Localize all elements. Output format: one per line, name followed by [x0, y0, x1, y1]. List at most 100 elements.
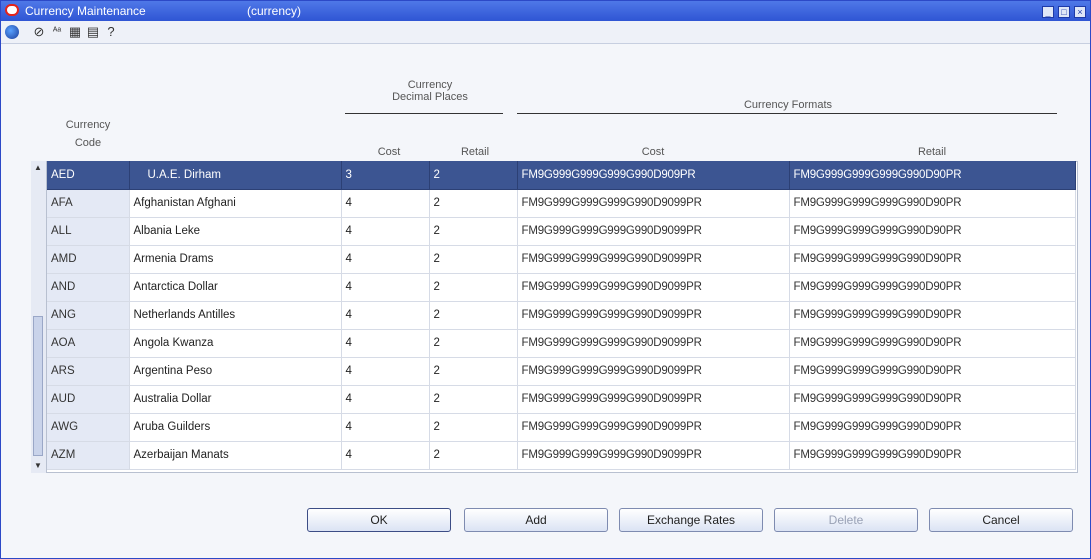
currency-name-cell[interactable]: Azerbaijan Manats [129, 441, 342, 470]
cost-decimals-cell[interactable]: 4 [341, 301, 430, 330]
cost-decimals-cell[interactable]: 4 [341, 385, 430, 414]
cost-decimals-cell[interactable]: 4 [341, 357, 430, 386]
currency-name-cell[interactable]: Netherlands Antilles [129, 301, 342, 330]
currency-name-cell[interactable]: Antarctica Dollar [129, 273, 342, 302]
spell-icon[interactable]: ᴬᵃ [49, 24, 65, 40]
table-row[interactable]: AWG Aruba Guilders 4 2 FM9G999G999G999G990D9… [47, 413, 1076, 442]
currency-name-cell[interactable]: Argentina Peso [129, 357, 342, 386]
table-row[interactable]: ARS Argentina Peso 4 2 FM9G999G999G999G990D9… [47, 357, 1076, 386]
ok-button[interactable]: OK [307, 508, 451, 532]
currency-code-cell[interactable]: AFA [47, 189, 130, 218]
currency-code-cell[interactable]: AOA [47, 329, 130, 358]
exchange-rates-button[interactable]: Exchange Rates [619, 508, 763, 532]
retail-decimals-cell[interactable]: 2 [429, 301, 518, 330]
currency-code-cell[interactable]: AND [47, 273, 130, 302]
currency-code-cell[interactable]: AMD [47, 245, 130, 274]
table-row[interactable]: AZM Azerbaijan Manats 4 2 FM9G999G999G999G99… [47, 441, 1076, 470]
notes-icon[interactable]: ▤ [85, 24, 101, 40]
cost-decimals-cell[interactable]: 4 [341, 217, 430, 246]
retail-decimals-cell[interactable]: 2 [429, 245, 518, 274]
cost-format-cell[interactable]: FM9G999G999G999G990D9099PR [517, 273, 790, 302]
cancel-button[interactable]: Cancel [929, 508, 1073, 532]
currency-name-cell[interactable]: Afghanistan Afghani [129, 189, 342, 218]
retail-decimals-cell[interactable]: 2 [429, 273, 518, 302]
retail-format-cell[interactable]: FM9G999G999G999G990D90PR [789, 385, 1076, 414]
cost-decimals-cell[interactable]: 4 [341, 413, 430, 442]
table-row[interactable]: AMD Armenia Drams 4 2 FM9G999G999G999G990D90… [47, 245, 1076, 274]
cost-format-cell[interactable]: FM9G999G999G999G990D9099PR [517, 329, 790, 358]
table-row[interactable]: AND Antarctica Dollar 4 2 FM9G999G999G999G99… [47, 273, 1076, 302]
cost-decimals-cell[interactable]: 4 [341, 441, 430, 470]
vertical-scrollbar[interactable]: ▲ ▼ [31, 161, 47, 473]
cost-decimals-cell[interactable]: 4 [341, 245, 430, 274]
cost-decimals-cell[interactable]: 4 [341, 329, 430, 358]
retail-decimals-cell[interactable]: 2 [429, 441, 518, 470]
header-decimal-places-group: Currency Decimal Places [392, 79, 468, 103]
currency-code-cell[interactable]: AUD [47, 385, 130, 414]
table-row[interactable]: AFA Afghanistan Afghani 4 2 FM9G999G999G999G… [47, 189, 1076, 218]
retail-format-cell[interactable]: FM9G999G999G999G990D90PR [789, 441, 1076, 470]
cost-format-cell[interactable]: FM9G999G999G999G990D9099PR [517, 385, 790, 414]
scroll-up-icon[interactable]: ▲ [33, 163, 43, 173]
retail-decimals-cell[interactable]: 2 [429, 413, 518, 442]
retail-format-cell[interactable]: FM9G999G999G999G990D90PR [789, 273, 1076, 302]
currency-name-cell[interactable]: Aruba Guilders [129, 413, 342, 442]
cost-decimals-cell[interactable]: 4 [341, 189, 430, 218]
cost-format-cell[interactable]: FM9G999G999G999G990D9099PR [517, 217, 790, 246]
help-icon[interactable]: ⊘ [31, 24, 47, 40]
table-row[interactable]: ALL Albania Leke 4 2 FM9G999G999G999G990D909… [47, 217, 1076, 246]
table-row[interactable]: AOA Angola Kwanza 4 2 FM9G999G999G999G990D90… [47, 329, 1076, 358]
retail-decimals-cell[interactable]: 2 [429, 161, 518, 190]
retail-decimals-cell[interactable]: 2 [429, 385, 518, 414]
currency-name-cell[interactable]: Australia Dollar [129, 385, 342, 414]
currency-code-cell[interactable]: AED [47, 161, 130, 190]
currency-maintenance-window: Currency Maintenance (currency) _ □ × ⊘ ᴬᵃ… [0, 0, 1091, 559]
retail-decimals-cell[interactable]: 2 [429, 189, 518, 218]
currency-name-cell[interactable]: U.A.E. Dirham [129, 161, 342, 190]
delete-button[interactable]: Delete [774, 508, 918, 532]
retail-format-cell[interactable]: FM9G999G999G999G990D90PR [789, 413, 1076, 442]
table-row[interactable]: AED U.A.E. Dirham 3 2 FM9G999G999G999G990D90… [47, 161, 1076, 190]
header-cost: Cost [377, 146, 401, 158]
retail-decimals-cell[interactable]: 2 [429, 357, 518, 386]
cost-format-cell[interactable]: FM9G999G999G999G990D9099PR [517, 301, 790, 330]
cost-format-cell[interactable]: FM9G999G999G999G990D909PR [517, 161, 790, 190]
retail-format-cell[interactable]: FM9G999G999G999G990D90PR [789, 189, 1076, 218]
retail-decimals-cell[interactable]: 2 [429, 329, 518, 358]
currency-name-cell[interactable]: Albania Leke [129, 217, 342, 246]
cost-format-cell[interactable]: FM9G999G999G999G990D9099PR [517, 245, 790, 274]
cost-format-cell[interactable]: FM9G999G999G999G990D9099PR [517, 413, 790, 442]
globe-icon[interactable] [5, 25, 19, 39]
add-button[interactable]: Add [464, 508, 608, 532]
header-currency-formats-group: Currency Formats [743, 99, 833, 111]
scroll-down-icon[interactable]: ▼ [33, 461, 43, 471]
retail-format-cell[interactable]: FM9G999G999G999G990D90PR [789, 245, 1076, 274]
retail-format-cell[interactable]: FM9G999G999G999G990D90PR [789, 329, 1076, 358]
currency-name-cell[interactable]: Angola Kwanza [129, 329, 342, 358]
question-icon[interactable]: ? [103, 24, 119, 40]
retail-decimals-cell[interactable]: 2 [429, 217, 518, 246]
retail-format-cell[interactable]: FM9G999G999G999G990D90PR [789, 357, 1076, 386]
maximize-icon[interactable]: □ [1058, 6, 1070, 18]
cost-format-cell[interactable]: FM9G999G999G999G990D9099PR [517, 441, 790, 470]
currency-code-cell[interactable]: AZM [47, 441, 130, 470]
currency-code-cell[interactable]: ALL [47, 217, 130, 246]
cost-format-cell[interactable]: FM9G999G999G999G990D9099PR [517, 189, 790, 218]
cost-decimals-cell[interactable]: 3 [341, 161, 430, 190]
currency-code-cell[interactable]: AWG [47, 413, 130, 442]
scroll-thumb[interactable] [33, 316, 43, 456]
currency-name-cell[interactable]: Armenia Drams [129, 245, 342, 274]
minimize-icon[interactable]: _ [1042, 6, 1054, 18]
cost-decimals-cell[interactable]: 4 [341, 273, 430, 302]
retail-format-cell[interactable]: FM9G999G999G999G990D90PR [789, 217, 1076, 246]
close-icon[interactable]: × [1074, 6, 1086, 18]
window-controls: _ □ × [1038, 4, 1086, 18]
table-row[interactable]: ANG Netherlands Antilles 4 2 FM9G999G999G999… [47, 301, 1076, 330]
cost-format-cell[interactable]: FM9G999G999G999G990D9099PR [517, 357, 790, 386]
retail-format-cell[interactable]: FM9G999G999G999G990D90PR [789, 301, 1076, 330]
currency-code-cell[interactable]: ARS [47, 357, 130, 386]
currency-code-cell[interactable]: ANG [47, 301, 130, 330]
table-row[interactable]: AUD Australia Dollar 4 2 FM9G999G999G999G990… [47, 385, 1076, 414]
calendar-icon[interactable]: ▦ [67, 24, 83, 40]
retail-format-cell[interactable]: FM9G999G999G999G990D90PR [789, 161, 1076, 190]
